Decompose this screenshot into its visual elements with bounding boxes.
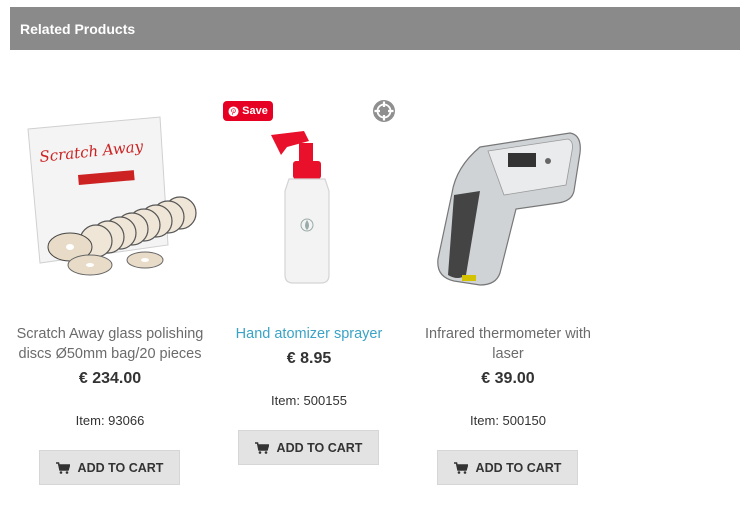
product-card-hand-atomizer: Hand atomizer sprayer € 8.95 Item: 50015… (209, 0, 409, 512)
product-price: € 8.95 (286, 350, 332, 367)
add-to-cart-label: ADD TO CART (77, 460, 164, 475)
product-image[interactable]: Scratch Away (10, 95, 210, 300)
save-label: Save (242, 105, 268, 117)
cart-icon (453, 461, 468, 474)
cart-icon (254, 441, 269, 454)
pinterest-save-button[interactable]: Save (223, 101, 273, 121)
product-item-number: Item: 500150 (470, 413, 546, 428)
product-title[interactable]: Infrared thermometer with laser (408, 324, 608, 364)
add-to-cart-button[interactable]: ADD TO CART (238, 430, 379, 465)
add-to-cart-label: ADD TO CART (475, 460, 562, 475)
zoom-icon[interactable] (372, 99, 396, 123)
product-title-line[interactable]: Infrared thermometer with (408, 324, 608, 344)
product-image[interactable] (209, 95, 409, 300)
add-to-cart-button[interactable]: ADD TO CART (39, 450, 180, 485)
product-title-line[interactable]: Scratch Away glass polishing (10, 324, 210, 344)
spray-bottle-image (271, 131, 330, 284)
add-to-cart-button[interactable]: ADD TO CART (437, 450, 578, 485)
product-image[interactable] (408, 95, 608, 300)
pinterest-icon (228, 105, 239, 117)
product-item-number: Item: 93066 (75, 413, 145, 428)
polishing-discs-image: Scratch Away (27, 116, 197, 276)
product-title[interactable]: Scratch Away glass polishing discs Ø50mm… (10, 324, 210, 364)
product-card-infrared-thermometer: Infrared thermometer with laser € 39.00 … (408, 0, 608, 512)
product-title-line[interactable]: laser (408, 344, 608, 364)
product-price: € 39.00 (481, 370, 535, 387)
thermometer-image (437, 132, 581, 286)
product-title-link[interactable]: Hand atomizer sprayer (209, 324, 409, 344)
cart-icon (55, 461, 70, 474)
product-price: € 234.00 (78, 370, 142, 387)
product-title-line[interactable]: discs Ø50mm bag/20 pieces (10, 344, 210, 364)
product-card-scratch-away: Scratch Away Scratch Away glass polishin… (10, 0, 210, 512)
add-to-cart-label: ADD TO CART (276, 440, 363, 455)
product-item-number: Item: 500155 (271, 393, 347, 408)
